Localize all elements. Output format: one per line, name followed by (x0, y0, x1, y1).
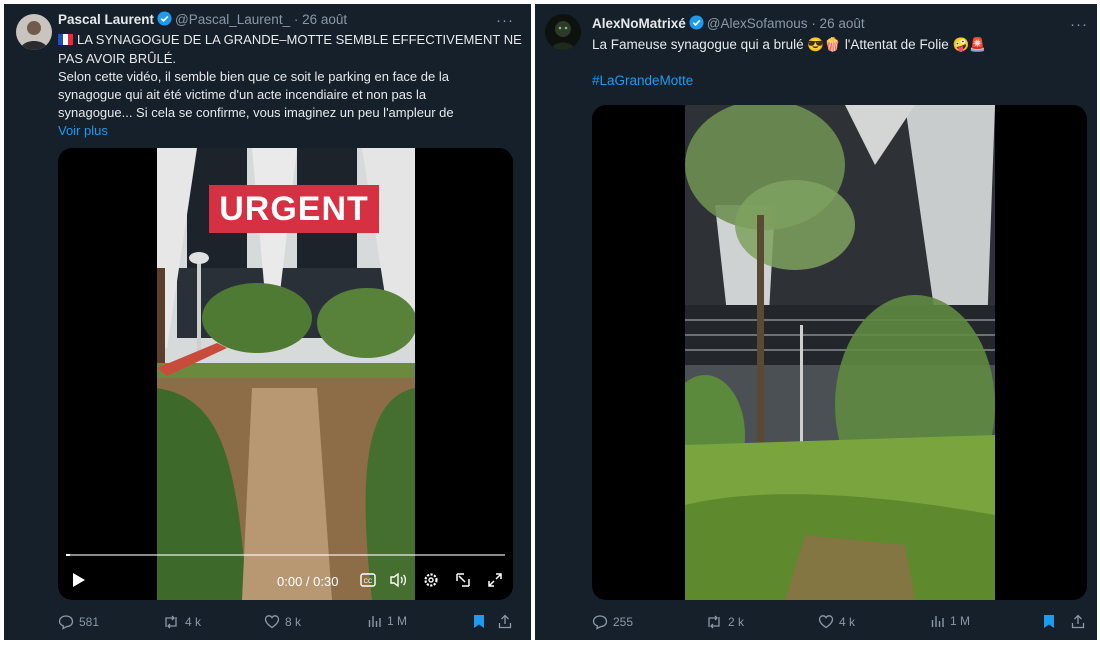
like-count: 8 k (285, 614, 302, 629)
tweet-text-line: synagogue qui ait été victime d'un acte … (58, 87, 427, 102)
tweet-right: AlexNoMatrixé @AlexSofamous · 26 août ···… (535, 4, 1097, 640)
share-button[interactable] (498, 614, 512, 629)
views-button[interactable]: 1 M (368, 614, 407, 628)
french-flag-icon (58, 32, 73, 50)
verified-badge-icon (689, 15, 704, 35)
like-button[interactable]: 8 k (264, 614, 301, 629)
tweet-header: Pascal Laurent @Pascal_Laurent_ · 26 août (58, 11, 347, 31)
volume-icon[interactable] (389, 572, 407, 593)
avatar[interactable] (16, 14, 52, 50)
reply-icon (592, 615, 608, 630)
share-icon (1071, 614, 1085, 629)
play-icon[interactable] (72, 572, 86, 593)
tweet-text-line: Selon cette vidéo, il semble bien que ce… (58, 69, 449, 84)
settings-gear-icon[interactable] (423, 572, 439, 593)
video-frame (685, 105, 995, 600)
captions-icon[interactable]: CC (360, 573, 376, 592)
svg-text:CC: CC (364, 579, 373, 585)
like-count: 4 k (839, 614, 856, 629)
tweet-text-line: PAS AVOIR BRÛLÉ. (58, 51, 177, 66)
tweet-actions: 581 4 k 8 k 1 M (4, 614, 531, 634)
view-count: 1 M (950, 614, 971, 628)
video-player[interactable] (592, 105, 1087, 600)
tweet-text: La Fameuse synagogue qui a brulé 😎🍿 l'At… (592, 36, 986, 90)
tweet-text-line: l'Attentat de Folie (844, 37, 949, 52)
verified-badge-icon (157, 11, 172, 31)
author-handle[interactable]: @AlexSofamous (707, 16, 808, 31)
views-button[interactable]: 1 M (931, 614, 970, 628)
tweet-date[interactable]: · 26 août (811, 16, 864, 31)
video-progress-fill (66, 554, 71, 556)
urgent-banner: URGENT (209, 185, 379, 233)
share-button[interactable] (1071, 614, 1085, 629)
tweet-text-line: La Fameuse synagogue qui a brulé (592, 37, 804, 52)
show-more-link[interactable]: Voir plus (58, 122, 522, 140)
video-progress-bar[interactable] (66, 554, 505, 556)
emoji-group-icon: 😎🍿 (807, 37, 842, 52)
author-name[interactable]: Pascal Laurent (58, 12, 154, 27)
tweet-text-line: synagogue... Si cela se confirme, vous i… (58, 105, 454, 120)
bookmark-button[interactable] (1043, 614, 1055, 629)
share-icon (498, 614, 512, 629)
reply-count: 581 (79, 615, 100, 629)
tweet-date[interactable]: · 26 août (294, 12, 347, 27)
repost-count: 4 k (185, 615, 202, 629)
reply-button[interactable]: 581 (58, 614, 99, 630)
repost-icon (165, 615, 177, 629)
tweet-text: LA SYNAGOGUE DE LA GRANDE–MOTTE SEMBLE E… (58, 31, 522, 140)
repost-icon (708, 615, 720, 629)
avatar[interactable] (545, 14, 581, 50)
view-count: 1 M (387, 614, 408, 628)
more-options-icon[interactable]: ··· (1070, 17, 1088, 32)
repost-button[interactable]: 2 k (705, 614, 744, 630)
repost-count: 2 k (728, 615, 745, 629)
video-frame: URGENT (157, 148, 415, 600)
heart-icon (264, 615, 280, 629)
reply-count: 255 (613, 615, 634, 629)
repost-button[interactable]: 4 k (162, 614, 201, 630)
video-time: 0:00 / 0:30 (277, 574, 339, 589)
fullscreen-icon[interactable] (487, 572, 503, 593)
more-options-icon[interactable]: ··· (496, 13, 514, 28)
views-chart-icon (931, 616, 944, 627)
tweet-text-line: LA SYNAGOGUE DE LA GRANDE–MOTTE SEMBLE E… (77, 32, 522, 47)
video-player[interactable]: URGENT 0:00 / 0:30 CC (58, 148, 513, 600)
reply-button[interactable]: 255 (592, 614, 633, 630)
author-name[interactable]: AlexNoMatrixé (592, 16, 686, 31)
heart-icon (818, 615, 834, 629)
tweet-header: AlexNoMatrixé @AlexSofamous · 26 août (592, 15, 865, 35)
tweet-left: Pascal Laurent @Pascal_Laurent_ · 26 août… (4, 4, 531, 640)
views-chart-icon (368, 616, 381, 627)
reply-icon (58, 615, 74, 630)
author-handle[interactable]: @Pascal_Laurent_ (175, 12, 290, 27)
bookmark-button[interactable] (473, 614, 485, 629)
bookmark-icon (474, 615, 484, 628)
video-controls: 0:00 / 0:30 CC (58, 554, 513, 600)
tweet-actions: 255 2 k 4 k 1 M (535, 614, 1097, 634)
pip-icon[interactable] (455, 572, 471, 593)
emoji-group-icon: 🤪🚨 (952, 37, 987, 52)
hashtag-link[interactable]: #LaGrandeMotte (592, 72, 986, 90)
like-button[interactable]: 4 k (818, 614, 855, 629)
bookmark-icon (1044, 615, 1054, 628)
